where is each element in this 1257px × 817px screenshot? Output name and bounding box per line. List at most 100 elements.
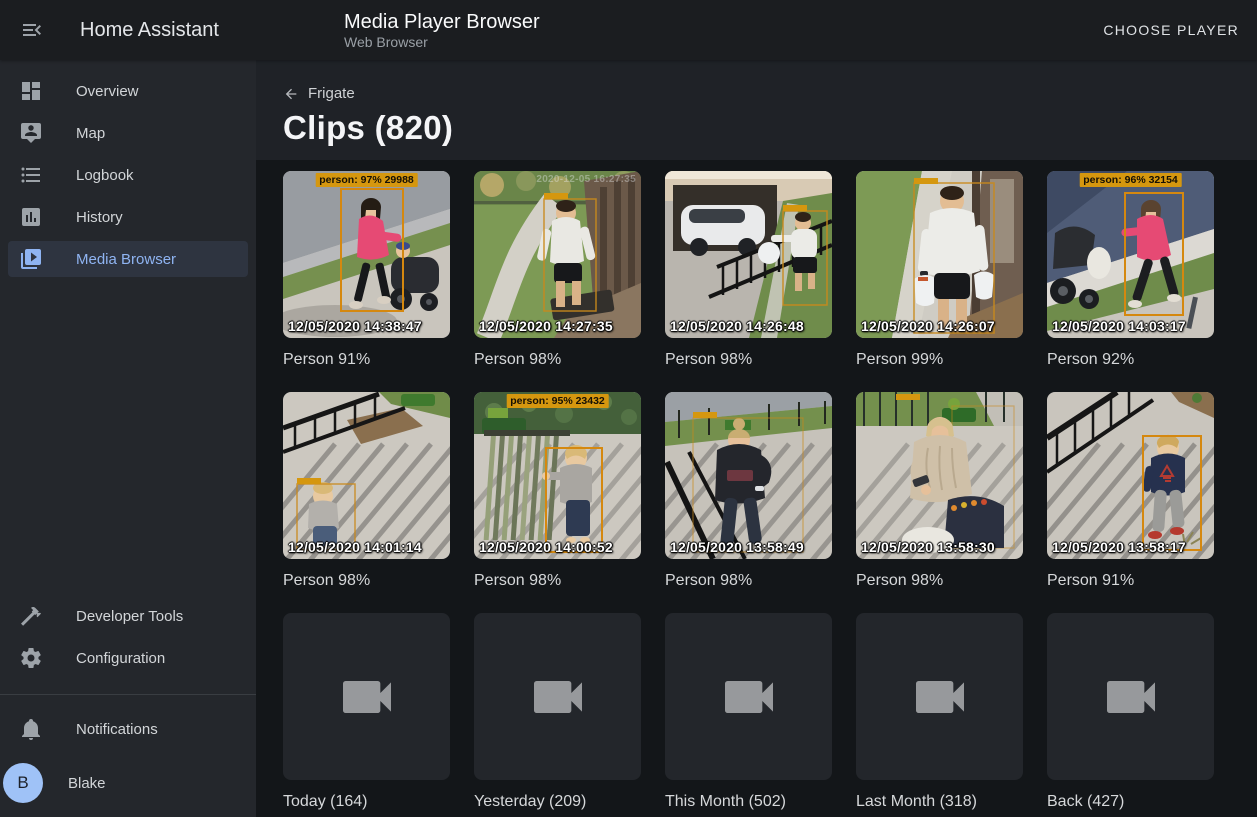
sidebar-item-overview[interactable]: Overview	[8, 73, 248, 109]
choose-player-button[interactable]: CHOOSE PLAYER	[1093, 12, 1249, 48]
clip-thumbnail	[474, 392, 641, 559]
clip-caption: Person 98%	[474, 571, 641, 590]
sidebar-item-label: Developer Tools	[76, 608, 183, 625]
sidebar-nav: Overview Map Logbook History Media Browser	[0, 60, 256, 283]
clip-tile[interactable]: 12/05/2020 14:01:14	[283, 392, 450, 559]
clip-cell: person: 96% 3215412/05/2020 14:03:17 Pers…	[1047, 171, 1214, 369]
sidebar-item-media-browser[interactable]: Media Browser	[8, 241, 248, 277]
clip-tile[interactable]: 12/05/2020 14:26:07	[856, 171, 1023, 338]
arrow-left-icon	[283, 86, 299, 102]
clip-tile[interactable]: 2020-12-05 16:27:35 12/05/2020 14:27:35	[474, 171, 641, 338]
detection-label: person: 95% 23432	[506, 394, 609, 408]
page-header-titles: Media Player Browser Web Browser	[344, 11, 540, 50]
clip-cell: 12/05/2020 13:58:17 Person 91%	[1047, 392, 1214, 590]
clip-timestamp: 12/05/2020 14:01:14	[288, 539, 422, 555]
clip-thumbnail	[665, 392, 832, 559]
folder-tile[interactable]	[474, 613, 641, 780]
clip-thumbnail	[665, 171, 832, 338]
clip-caption: Person 98%	[283, 571, 450, 590]
clip-cell: 12/05/2020 13:58:49 Person 98%	[665, 392, 832, 590]
clip-thumbnail	[283, 171, 450, 338]
clip-timestamp: 12/05/2020 14:27:35	[479, 318, 613, 334]
sidebar: Overview Map Logbook History Media Browser D…	[0, 60, 256, 817]
clip-tile[interactable]: 12/05/2020 13:58:17	[1047, 392, 1214, 559]
play-box-multiple-icon	[19, 247, 43, 271]
clip-caption: Person 91%	[1047, 571, 1214, 590]
sidebar-item-label: Overview	[76, 83, 139, 100]
view-dashboard-icon	[19, 79, 43, 103]
bell-icon	[19, 717, 43, 741]
clip-tile[interactable]: 12/05/2020 13:58:30	[856, 392, 1023, 559]
sidebar-item-profile[interactable]: B Blake	[3, 755, 248, 811]
folder-tile[interactable]	[665, 613, 832, 780]
media-grid: person: 97% 29988 12/05/2020 14:38:47 Pers…	[283, 171, 1257, 817]
sidebar-spacer	[0, 283, 256, 592]
clip-cell: person: 97% 29988 12/05/2020 14:38:47 Pers…	[283, 171, 450, 369]
clip-caption: Person 92%	[1047, 350, 1214, 369]
clip-cell: 12/05/2020 14:26:48 Person 98%	[665, 171, 832, 369]
sidebar-item-logbook[interactable]: Logbook	[8, 157, 248, 193]
clip-tile[interactable]: person: 97% 29988 12/05/2020 14:38:47	[283, 171, 450, 338]
folder-caption: This Month (502)	[665, 792, 832, 811]
folder-tile[interactable]	[283, 613, 450, 780]
folder-caption: Back (427)	[1047, 792, 1214, 811]
sidebar-item-notifications[interactable]: Notifications	[8, 709, 248, 749]
folder-tile[interactable]	[856, 613, 1023, 780]
clip-thumbnail	[856, 171, 1023, 338]
cog-icon	[19, 646, 43, 670]
dialog-title: Media Player Browser	[344, 11, 540, 33]
avatar: B	[3, 763, 43, 803]
folder-caption: Today (164)	[283, 792, 450, 811]
clip-timestamp: 12/05/2020 14:38:47	[288, 318, 422, 334]
clip-tile[interactable]: person: 96% 3215412/05/2020 14:03:17	[1047, 171, 1214, 338]
detection-label: person: 97% 29988	[315, 173, 418, 187]
folder-cell: This Month (502)	[665, 613, 832, 811]
sidebar-item-label: Map	[76, 125, 105, 142]
notifications-label: Notifications	[76, 721, 158, 738]
clip-cell: 12/05/2020 13:58:30 Person 98%	[856, 392, 1023, 590]
clip-timestamp: 12/05/2020 14:26:48	[670, 318, 804, 334]
breadcrumb[interactable]: Frigate	[283, 60, 355, 102]
folder-caption: Last Month (318)	[856, 792, 1023, 811]
clip-caption: Person 98%	[856, 571, 1023, 590]
video-icon	[526, 665, 590, 729]
video-icon	[1099, 665, 1163, 729]
sidebar-item-history[interactable]: History	[8, 199, 248, 235]
clip-timestamp: 12/05/2020 13:58:49	[670, 539, 804, 555]
folder-caption: Yesterday (209)	[474, 792, 641, 811]
clip-timestamp: 12/05/2020 14:03:17	[1052, 318, 1186, 334]
clip-tile[interactable]: 12/05/2020 13:58:49	[665, 392, 832, 559]
camera-timestamp: 2020-12-05 16:27:35	[536, 174, 636, 185]
menu-open-icon	[20, 18, 44, 42]
clip-caption: Person 91%	[283, 350, 450, 369]
folder-cell: Today (164)	[283, 613, 450, 811]
sidebar-item-label: History	[76, 209, 123, 226]
clip-cell: 12/05/2020 14:01:14 Person 98%	[283, 392, 450, 590]
clip-cell: 12/05/2020 14:26:07 Person 99%	[856, 171, 1023, 369]
clip-caption: Person 98%	[665, 350, 832, 369]
clip-caption: Person 98%	[665, 571, 832, 590]
sidebar-item-map[interactable]: Map	[8, 115, 248, 151]
app-title: Home Assistant	[80, 19, 219, 42]
clip-caption: Person 98%	[474, 350, 641, 369]
sidebar-item-configuration[interactable]: Configuration	[8, 640, 248, 676]
dialog-subtitle: Web Browser	[344, 34, 540, 50]
clip-thumbnail	[1047, 392, 1214, 559]
sidebar-divider	[0, 694, 256, 695]
clip-thumbnail	[856, 392, 1023, 559]
clip-caption: Person 99%	[856, 350, 1023, 369]
sidebar-item-label: Media Browser	[76, 251, 176, 268]
sidebar-header: Home Assistant	[0, 6, 256, 54]
clip-timestamp: 12/05/2020 14:00:52	[479, 539, 613, 555]
media-grid-container: person: 97% 29988 12/05/2020 14:38:47 Pers…	[256, 160, 1257, 817]
folder-tile[interactable]	[1047, 613, 1214, 780]
menu-open-button[interactable]	[8, 6, 56, 54]
user-name: Blake	[68, 775, 106, 792]
app-header: Home Assistant Media Player Browser Web …	[0, 0, 1257, 60]
poll-box-icon	[19, 205, 43, 229]
sidebar-item-developer-tools[interactable]: Developer Tools	[8, 598, 248, 634]
clip-tile[interactable]: 12/05/2020 14:26:48	[665, 171, 832, 338]
video-icon	[908, 665, 972, 729]
clip-tile[interactable]: person: 95% 23432 12/05/2020 14:00:52	[474, 392, 641, 559]
clip-thumbnail	[283, 392, 450, 559]
